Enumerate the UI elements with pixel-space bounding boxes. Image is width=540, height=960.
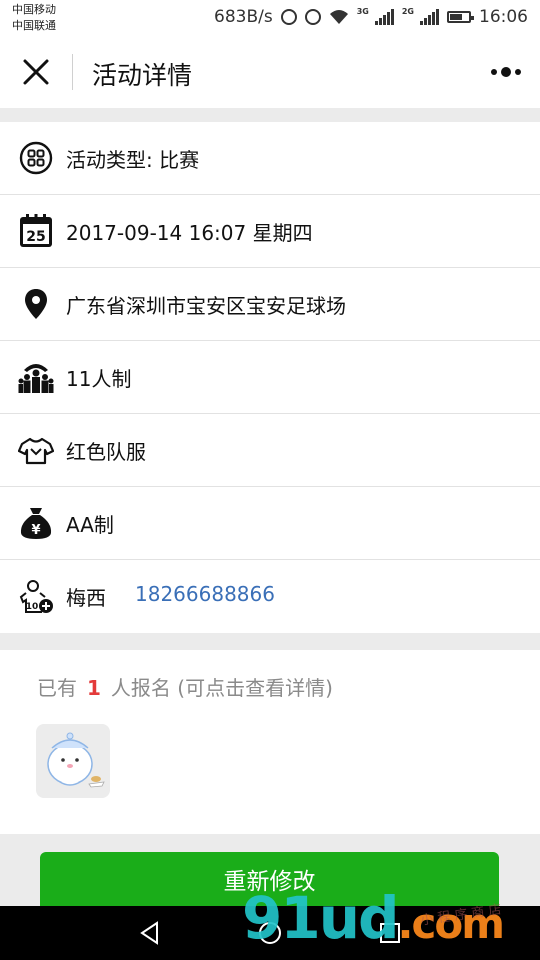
activity-type-row: 活动类型: 比赛 bbox=[0, 122, 540, 195]
hd-icon bbox=[280, 9, 297, 25]
wifi-icon bbox=[329, 10, 348, 24]
activity-info-list: 活动类型: 比赛 25 2017-09-14 16:07 星期四 广东省深圳市宝… bbox=[0, 122, 540, 633]
page-title: 活动详情 bbox=[92, 61, 193, 90]
svg-text:¥: ¥ bbox=[31, 523, 40, 538]
fee-row: ¥ AA制 bbox=[0, 487, 540, 560]
activity-type-text: 活动类型: 比赛 bbox=[66, 148, 200, 172]
contact-row: 10 梅西 18266688866 bbox=[0, 560, 540, 633]
calendar-day: 25 bbox=[26, 229, 45, 245]
alarm-icon bbox=[304, 9, 321, 25]
jersey-number: 10 bbox=[26, 602, 39, 612]
fee-text: AA制 bbox=[66, 513, 114, 537]
hamster-avatar-icon bbox=[47, 732, 105, 788]
network-speed: 683B/s bbox=[214, 7, 273, 27]
carrier-1: 中国移动 bbox=[12, 3, 56, 16]
calendar-icon: 25 bbox=[20, 214, 52, 247]
header-divider bbox=[72, 54, 73, 90]
signup-count: 1 bbox=[87, 676, 101, 700]
header-bar: 活动详情 bbox=[0, 36, 540, 108]
contact-player-icon: 10 bbox=[19, 580, 53, 613]
uniform-row: 红色队服 bbox=[0, 414, 540, 487]
team-format-text: 11人制 bbox=[66, 367, 132, 391]
status-bar: 中国移动 中国联通 683B/s 3G 2G 16:06 bbox=[0, 0, 540, 36]
close-icon bbox=[23, 59, 49, 85]
money-bag-icon: ¥ bbox=[20, 508, 52, 539]
watermark-brand: 91ud bbox=[242, 884, 400, 952]
jersey-icon bbox=[18, 437, 54, 465]
close-button[interactable] bbox=[16, 52, 56, 92]
team-players-icon bbox=[18, 364, 54, 393]
location-pin-icon bbox=[25, 289, 47, 319]
uniform-text: 红色队服 bbox=[66, 440, 146, 464]
signup-suffix: 人报名 (可点击查看详情) bbox=[110, 676, 333, 700]
carrier-2: 中国联通 bbox=[12, 19, 56, 32]
network-type-1: 3G bbox=[356, 6, 369, 16]
battery-icon bbox=[447, 11, 474, 23]
more-button[interactable] bbox=[486, 58, 526, 86]
contact-name: 梅西 bbox=[66, 586, 106, 610]
signal-icon-2 bbox=[420, 9, 439, 25]
location-text: 广东省深圳市宝安区宝安足球场 bbox=[66, 294, 346, 318]
contact-phone-link[interactable]: 18266688866 bbox=[135, 582, 275, 606]
datetime-text: 2017-09-14 16:07 星期四 bbox=[66, 221, 313, 245]
status-icons: 683B/s 3G 2G 16:06 bbox=[214, 6, 528, 28]
back-nav-icon[interactable] bbox=[135, 918, 165, 948]
signup-prefix: 已有 bbox=[37, 676, 77, 700]
signup-summary[interactable]: 已有 1 人报名 (可点击查看详情) bbox=[37, 672, 333, 701]
team-format-row: 11人制 bbox=[0, 341, 540, 414]
location-row: 广东省深圳市宝安区宝安足球场 bbox=[0, 268, 540, 341]
more-icon bbox=[491, 67, 521, 77]
signup-section: 已有 1 人报名 (可点击查看详情) bbox=[0, 650, 540, 834]
network-type-2: 2G bbox=[401, 6, 414, 16]
clock: 16:06 bbox=[479, 7, 528, 27]
participant-avatar[interactable] bbox=[36, 724, 110, 798]
signal-icon-1 bbox=[374, 9, 394, 25]
category-grid-icon bbox=[19, 141, 53, 175]
datetime-row: 25 2017-09-14 16:07 星期四 bbox=[0, 195, 540, 268]
carrier-info: 中国移动 中国联通 bbox=[12, 2, 56, 34]
